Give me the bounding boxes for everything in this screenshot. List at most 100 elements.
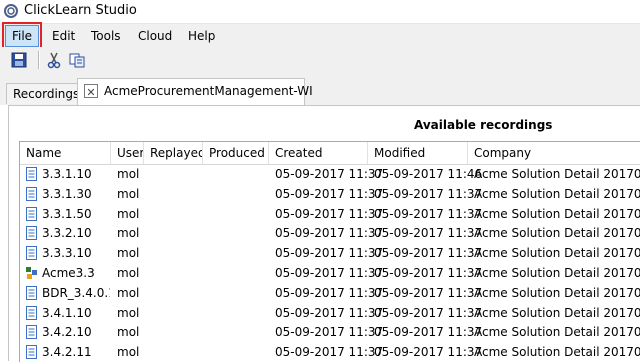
cell-user: mol [117, 246, 140, 261]
cell-created: 05-09-2017 11:37 [275, 266, 384, 280]
cell-modified: 05-09-2017 11:37 [374, 206, 483, 221]
column-header-name[interactable]: Name [20, 142, 111, 164]
cell-name: 3.3.3.10 [20, 244, 110, 263]
cell-created: 05-09-2017 11:37 [275, 325, 384, 340]
cell-name: 3.4.2.11 [20, 343, 110, 362]
cell-company: Acme Solution Detail 20170830 [474, 226, 640, 241]
recording-name: 3.4.2.11 [42, 345, 92, 360]
cell-user: mol [117, 325, 140, 340]
cell-created: 05-09-2017 11:37 [275, 167, 384, 181]
column-header-modified[interactable]: Modified [368, 142, 468, 164]
cell-user: mol [117, 186, 140, 201]
table-row[interactable]: 3.3.1.30 mol 05-09-2017 11:37 05-09-2017 11… [20, 185, 640, 204]
table-header: Name User Replayed Produced Created Modi… [20, 142, 640, 165]
cell-modified: 05-09-2017 11:37 [374, 226, 483, 241]
column-header-company[interactable]: Company [468, 142, 640, 164]
cell-created: 05-09-2017 11:37 [275, 186, 384, 201]
document-icon [26, 226, 37, 241]
menu-help[interactable]: Help [181, 27, 222, 45]
cell-name: 3.4.1.10 [20, 304, 110, 323]
column-header-produced[interactable]: Produced [203, 142, 269, 164]
cell-name: 3.3.1.10 [20, 165, 110, 184]
cell-company: Acme Solution Detail 20170830 [474, 246, 640, 261]
app-title: ClickLearn Studio [24, 3, 137, 18]
document-icon [26, 325, 37, 340]
document-icon [26, 305, 37, 320]
cell-user: mol [117, 167, 140, 181]
recording-name: 3.3.3.10 [42, 246, 92, 261]
cell-modified: 05-09-2017 11:37 [374, 186, 483, 201]
document-icon [26, 285, 37, 300]
cut-icon[interactable] [45, 51, 63, 69]
menu-cloud[interactable]: Cloud [131, 27, 179, 45]
recording-name: 3.4.1.10 [42, 305, 92, 320]
cell-name: 3.3.2.10 [20, 224, 110, 243]
cell-modified: 05-09-2017 11:46 [374, 167, 483, 181]
cell-name: Acme3.3 [20, 264, 110, 283]
cell-modified: 05-09-2017 11:37 [374, 266, 483, 280]
cell-user: mol [117, 285, 140, 300]
cell-created: 05-09-2017 11:37 [275, 226, 384, 241]
cell-modified: 05-09-2017 11:37 [374, 305, 483, 320]
cell-created: 05-09-2017 11:37 [275, 305, 384, 320]
title-bar: ClickLearn Studio [0, 0, 640, 23]
table-row[interactable]: 3.4.2.10 mol 05-09-2017 11:37 05-09-2017 11… [20, 323, 640, 342]
cell-modified: 05-09-2017 11:37 [374, 325, 483, 340]
cell-company: Acme Solution Detail 20170830 [474, 186, 640, 201]
recording-name: 3.3.2.10 [42, 226, 92, 241]
recordings-panel: Available recordings Name User Replayed … [8, 105, 640, 362]
copy-icon[interactable] [68, 51, 86, 69]
cell-company: Acme Solution Detail 20170830 [474, 285, 640, 300]
cell-company: Acme Solution Detail 20170830 [474, 266, 640, 280]
recording-name: BDR_3.4.0.1 [42, 285, 110, 300]
table-row[interactable]: BDR_3.4.0.1 mol 05-09-2017 11:37 05-09-2017… [20, 284, 640, 303]
tab-recordings[interactable]: Recordings [6, 83, 82, 104]
table-row[interactable]: 3.3.3.10 mol 05-09-2017 11:37 05-09-2017 11… [20, 244, 640, 263]
document-icon [26, 186, 37, 201]
cell-modified: 05-09-2017 11:37 [374, 285, 483, 300]
cell-company: Acme Solution Detail 20170830 [474, 345, 640, 360]
recordings-table: Name User Replayed Produced Created Modi… [19, 141, 640, 362]
menu-bar: File Edit Tools Cloud Help [0, 22, 640, 50]
menu-edit[interactable]: Edit [45, 27, 82, 45]
cell-company: Acme Solution Detail 20170830 [474, 305, 640, 320]
tab-label: AcmeProcurementManagement-WI [104, 84, 313, 98]
close-icon[interactable]: ✕ [84, 84, 98, 99]
table-row[interactable]: Acme3.3 mol 05-09-2017 11:37 05-09-2017 11:… [20, 264, 640, 283]
table-row[interactable]: 3.3.1.50 mol 05-09-2017 11:37 05-09-2017 11… [20, 205, 640, 224]
cell-user: mol [117, 266, 140, 280]
tab-strip: Recordings ✕ AcmeProcurementManagement-W… [0, 73, 640, 106]
clicklearn-logo-icon [4, 4, 18, 18]
cell-created: 05-09-2017 11:37 [275, 345, 384, 360]
cell-company: Acme Solution Detail 20170830 [474, 206, 640, 221]
section-title: Available recordings [414, 118, 553, 132]
cell-user: mol [117, 226, 140, 241]
save-icon[interactable] [10, 51, 28, 69]
cell-user: mol [117, 206, 140, 221]
document-icon [26, 206, 37, 221]
recording-name: 3.3.1.30 [42, 186, 92, 201]
table-row[interactable]: 3.4.2.11 mol 05-09-2017 11:37 05-09-2017 11… [20, 343, 640, 362]
table-row[interactable]: 3.3.1.10 mol 05-09-2017 11:37 05-09-2017 11… [20, 165, 640, 184]
process-icon [26, 267, 37, 279]
recording-name: 3.4.2.10 [42, 325, 92, 340]
toolbar-separator [38, 51, 40, 69]
menu-tools[interactable]: Tools [84, 27, 128, 45]
cell-created: 05-09-2017 11:37 [275, 246, 384, 261]
table-row[interactable]: 3.4.1.10 mol 05-09-2017 11:37 05-09-2017 11… [20, 304, 640, 323]
toolbar [0, 47, 640, 73]
cell-company: Acme Solution Detail 20170830 [474, 167, 640, 181]
cell-user: mol [117, 305, 140, 320]
column-header-replayed[interactable]: Replayed [144, 142, 203, 164]
document-icon [26, 246, 37, 261]
column-header-created[interactable]: Created [269, 142, 368, 164]
cell-modified: 05-09-2017 11:37 [374, 345, 483, 360]
recording-name: 3.3.1.50 [42, 206, 92, 221]
cell-name: 3.3.1.30 [20, 185, 110, 204]
cell-name: 3.3.1.50 [20, 205, 110, 224]
tab-acme-procurement[interactable]: ✕ AcmeProcurementManagement-WI [77, 78, 313, 106]
cell-created: 05-09-2017 11:37 [275, 206, 384, 221]
menu-file[interactable]: File [2, 22, 42, 50]
column-header-user[interactable]: User [111, 142, 144, 164]
table-row[interactable]: 3.3.2.10 mol 05-09-2017 11:37 05-09-2017 11… [20, 224, 640, 243]
